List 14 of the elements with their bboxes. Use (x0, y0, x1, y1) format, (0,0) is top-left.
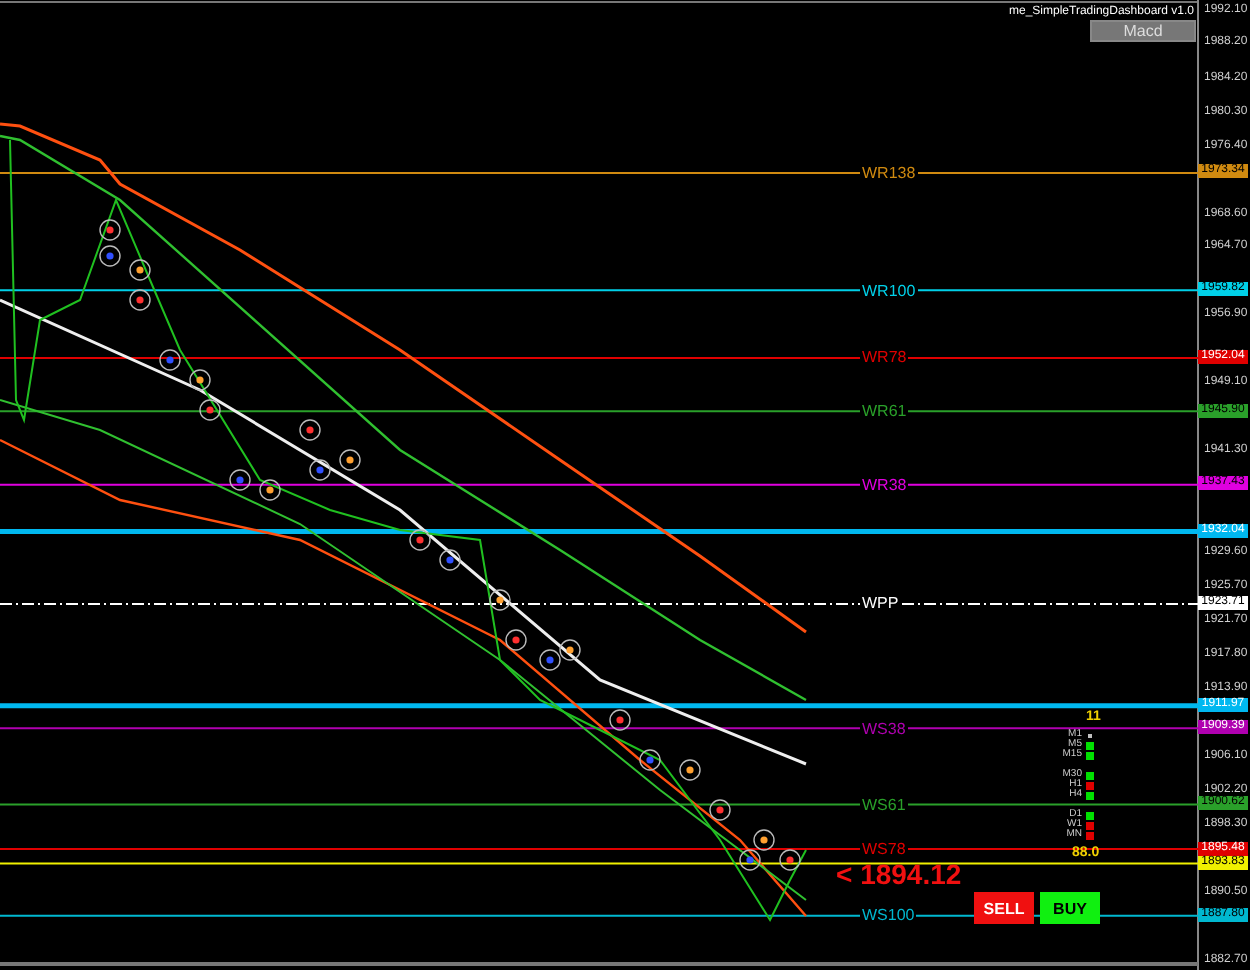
level-label: WS78 (860, 840, 908, 859)
level-label: WS38 (860, 719, 908, 738)
level-label: WS100 (860, 906, 917, 925)
sell-button[interactable]: SELL (974, 892, 1034, 924)
level-label: WR61 (860, 402, 909, 421)
level-label: WS61 (860, 795, 908, 814)
macd-button[interactable]: Macd (1090, 20, 1196, 42)
buy-button[interactable]: BUY (1040, 892, 1100, 924)
current-price: < 1894.12 (836, 858, 962, 890)
level-label: WR78 (860, 348, 909, 367)
level-label: WR100 (860, 281, 918, 300)
level-label: WR138 (860, 163, 918, 182)
level-label: WPP (860, 594, 901, 613)
level-label: WR38 (860, 475, 909, 494)
